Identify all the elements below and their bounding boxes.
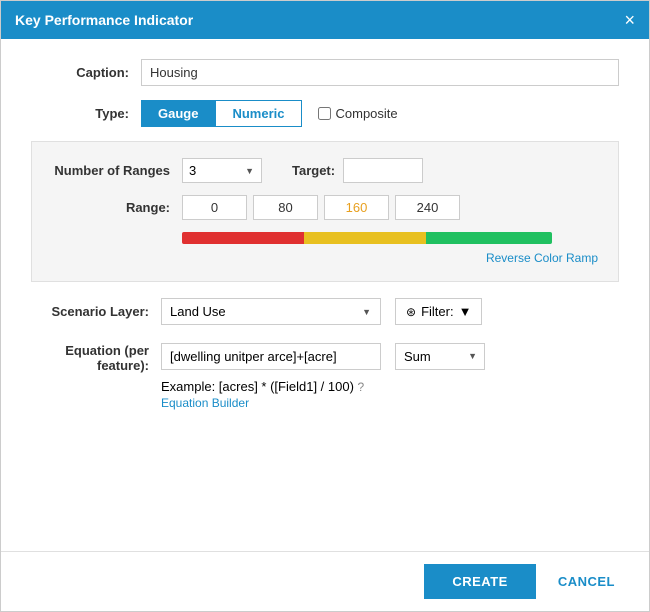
num-ranges-select-wrapper: 3 1 2 4 5 bbox=[182, 158, 262, 183]
range-input-0[interactable] bbox=[182, 195, 247, 220]
scenario-layer-row: Scenario Layer: Land Use Zoning General … bbox=[31, 298, 619, 325]
title-bar: Key Performance Indicator × bbox=[1, 1, 649, 39]
range-row: Range: bbox=[52, 195, 598, 220]
dialog-container: Key Performance Indicator × Caption: Typ… bbox=[0, 0, 650, 612]
target-label: Target: bbox=[292, 163, 335, 178]
help-icon[interactable]: ? bbox=[358, 380, 365, 394]
create-button[interactable]: CREATE bbox=[424, 564, 535, 599]
equation-input-row: Sum Average Count Min Max bbox=[161, 343, 485, 370]
dialog-body: Caption: Type: Gauge Numeric Composite N… bbox=[1, 39, 649, 551]
type-row: Type: Gauge Numeric Composite bbox=[31, 100, 619, 127]
dialog-title: Key Performance Indicator bbox=[15, 12, 193, 28]
num-ranges-row: Number of Ranges 3 1 2 4 5 Target: bbox=[52, 158, 598, 183]
cancel-button[interactable]: CANCEL bbox=[544, 564, 629, 599]
equation-row: Equation (per feature): Sum Average Coun… bbox=[31, 339, 619, 373]
range-input-3[interactable] bbox=[395, 195, 460, 220]
num-ranges-select[interactable]: 3 1 2 4 5 bbox=[182, 158, 262, 183]
caption-label: Caption: bbox=[31, 65, 141, 80]
equation-input[interactable] bbox=[161, 343, 381, 370]
gauge-section: Number of Ranges 3 1 2 4 5 Target: bbox=[31, 141, 619, 282]
type-buttons: Gauge Numeric bbox=[141, 100, 302, 127]
reverse-color-ramp-link[interactable]: Reverse Color Ramp bbox=[486, 251, 598, 265]
equation-group: Sum Average Count Min Max bbox=[161, 343, 485, 370]
filter-dropdown-icon: ▼ bbox=[459, 304, 472, 319]
sum-select-wrapper: Sum Average Count Min Max bbox=[395, 343, 485, 370]
filter-label: Filter: bbox=[421, 304, 454, 319]
scenario-select-wrapper: Land Use Zoning General Plan bbox=[161, 298, 381, 325]
range-input-1[interactable] bbox=[253, 195, 318, 220]
gauge-button[interactable]: Gauge bbox=[141, 100, 215, 127]
filter-button[interactable]: ⊛ Filter: ▼ bbox=[395, 298, 482, 325]
color-ramp bbox=[182, 232, 552, 244]
target-input[interactable] bbox=[343, 158, 423, 183]
composite-label: Composite bbox=[336, 106, 398, 121]
equation-label: Equation (per feature): bbox=[31, 339, 161, 373]
scenario-section: Scenario Layer: Land Use Zoning General … bbox=[31, 298, 619, 420]
num-ranges-label: Number of Ranges bbox=[52, 163, 182, 178]
equation-builder-link[interactable]: Equation Builder bbox=[161, 396, 619, 410]
sum-select[interactable]: Sum Average Count Min Max bbox=[395, 343, 485, 370]
numeric-button[interactable]: Numeric bbox=[215, 100, 301, 127]
filter-icon: ⊛ bbox=[406, 305, 416, 319]
range-inputs bbox=[182, 195, 460, 220]
equation-hint-row: Example: [acres] * ([Field1] / 100) ? bbox=[161, 379, 619, 394]
type-label: Type: bbox=[31, 106, 141, 121]
caption-row: Caption: bbox=[31, 59, 619, 86]
reverse-color-ramp-container: Reverse Color Ramp bbox=[52, 250, 598, 265]
range-input-2[interactable] bbox=[324, 195, 389, 220]
dialog-footer: CREATE CANCEL bbox=[1, 551, 649, 611]
scenario-layer-select[interactable]: Land Use Zoning General Plan bbox=[161, 298, 381, 325]
close-button[interactable]: × bbox=[624, 11, 635, 29]
composite-checkbox[interactable] bbox=[318, 107, 331, 120]
range-label: Range: bbox=[52, 200, 182, 215]
target-section: Target: bbox=[292, 158, 423, 183]
equation-hint: Example: [acres] * ([Field1] / 100) bbox=[161, 379, 354, 394]
scenario-layer-label: Scenario Layer: bbox=[31, 304, 161, 319]
composite-checkbox-label[interactable]: Composite bbox=[318, 106, 398, 121]
caption-input[interactable] bbox=[141, 59, 619, 86]
